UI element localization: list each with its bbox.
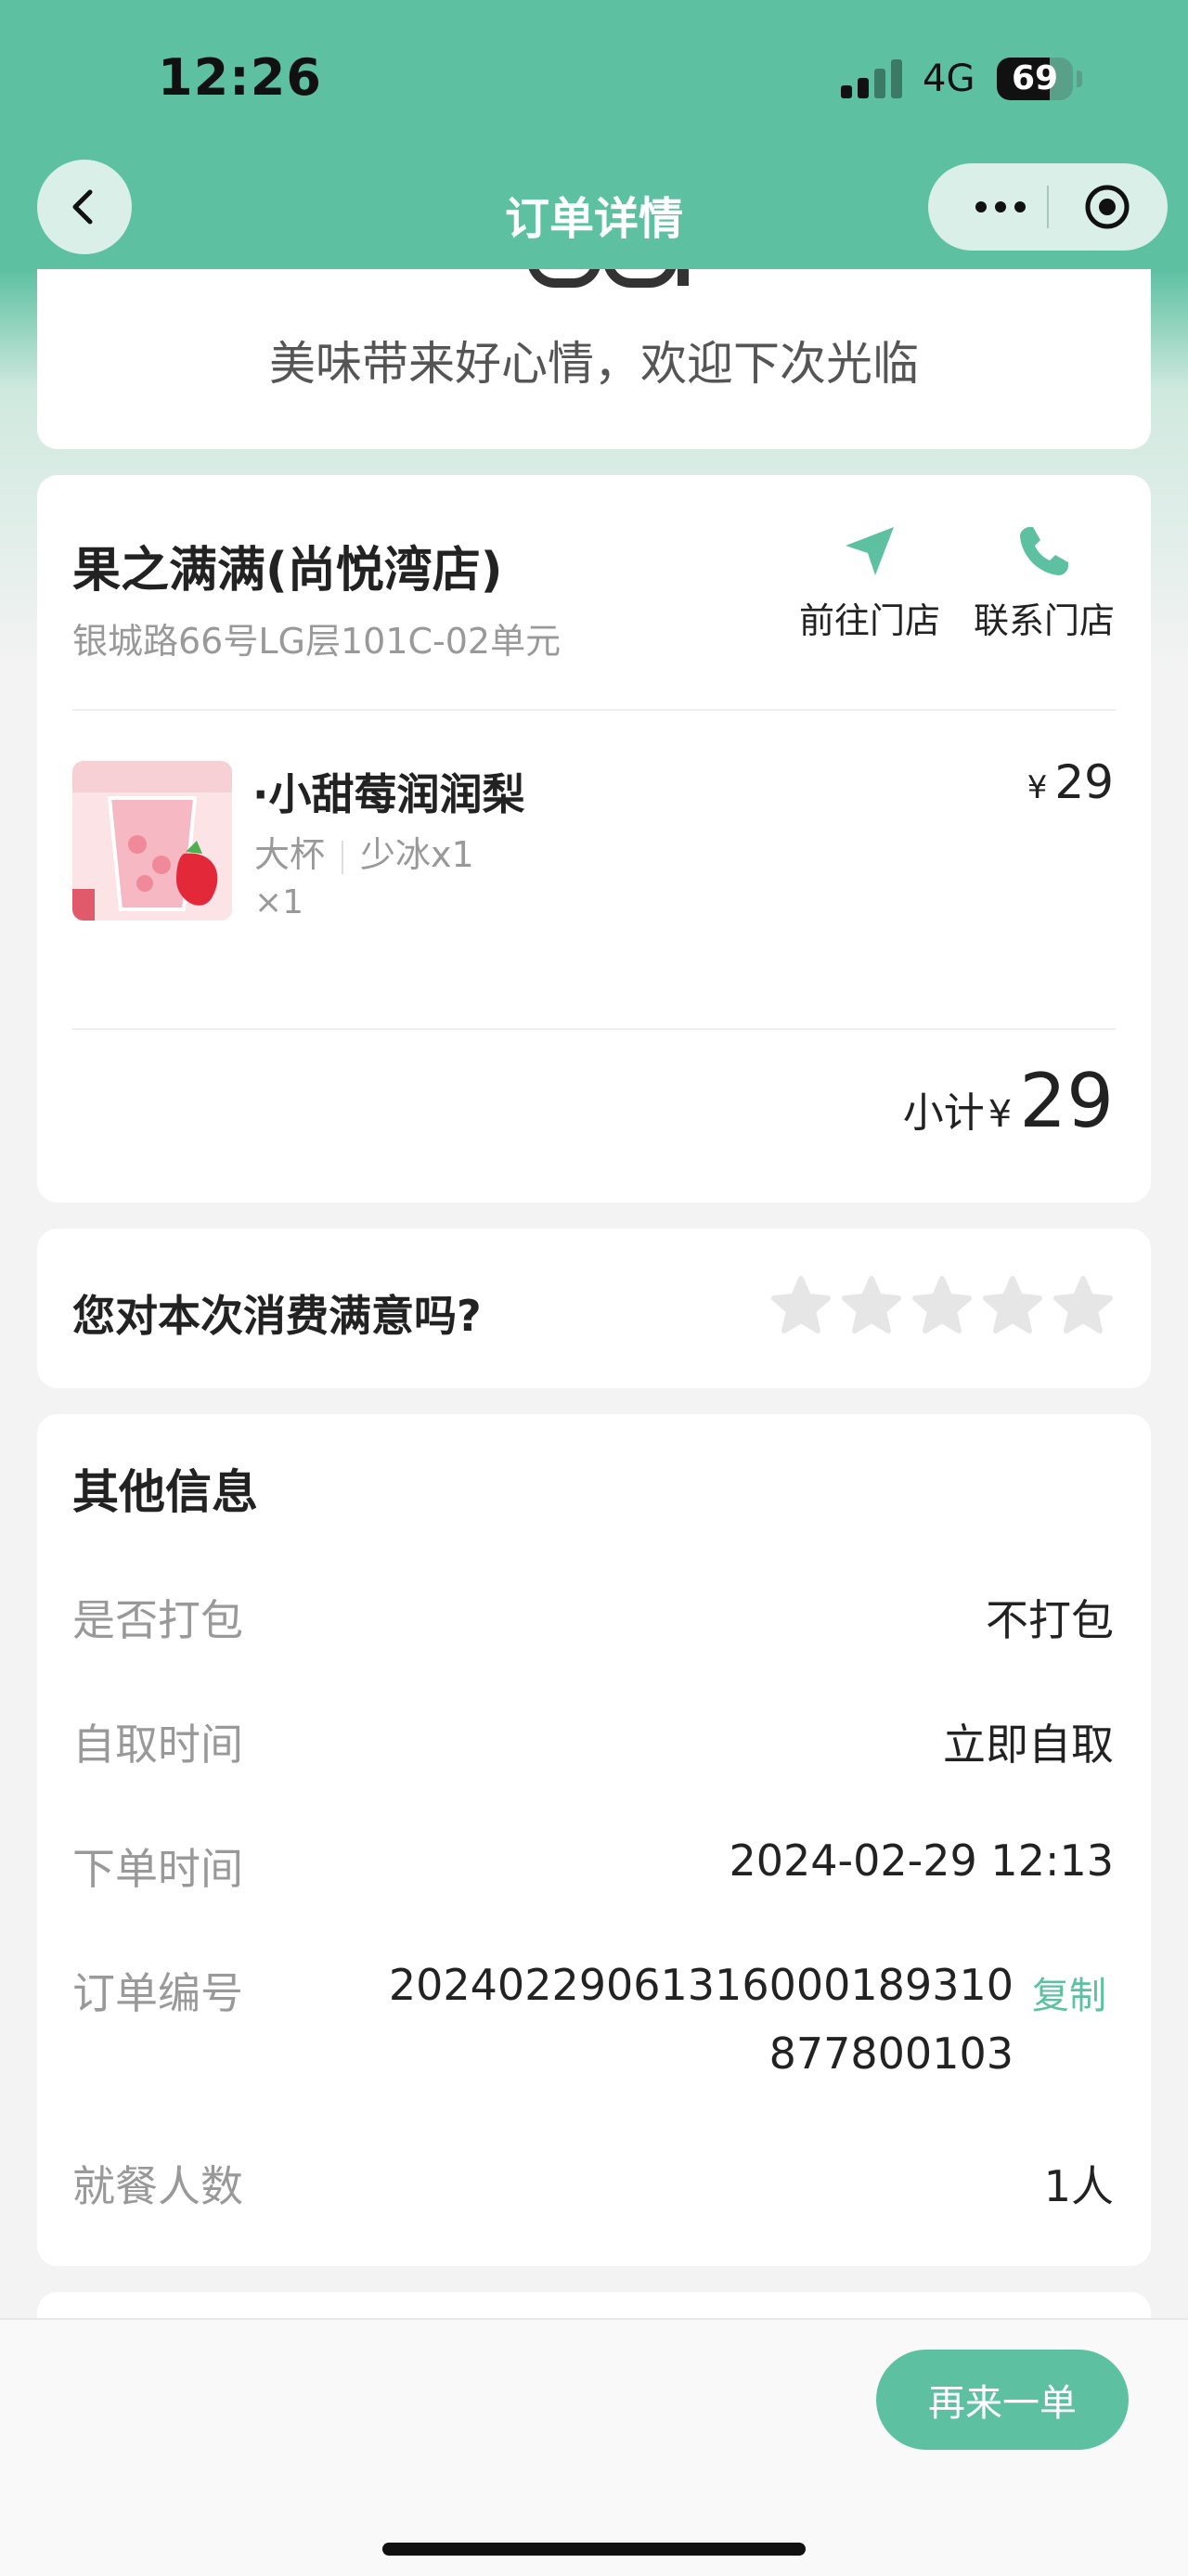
order-time-label: 下单时间 <box>72 1844 243 1894</box>
navigation-arrow-icon <box>846 527 894 575</box>
divider <box>72 709 1116 711</box>
subtotal-amount: 29 <box>1019 1058 1114 1144</box>
product-ice: 少冰x1 <box>360 834 474 875</box>
navigate-store-label: 前往门店 <box>798 600 940 641</box>
section-title: 其他信息 <box>72 1465 258 1519</box>
more-dot <box>995 201 1006 213</box>
contact-store-label: 联系门店 <box>973 600 1115 641</box>
product-name: ·小甜莓润润梨 <box>252 769 525 819</box>
star-icon[interactable] <box>911 1275 973 1336</box>
star-icon[interactable] <box>841 1275 902 1336</box>
pickup-time-label: 自取时间 <box>72 1719 243 1770</box>
order-card: 果之满满(尚悦湾店) 银城路66号LG层101C-02单元 前往门店 联系门店 … <box>37 475 1151 1203</box>
network-type: 4G <box>923 58 975 100</box>
subtotal-label: 小计 <box>902 1089 985 1137</box>
status-bar: 12:26 4G 69 <box>0 0 1188 158</box>
pickup-time-value: 立即自取 <box>943 1719 1114 1770</box>
order-number-line1: 20240229061316000189310 <box>388 1960 1014 2010</box>
battery-icon: 69 <box>997 58 1073 100</box>
price-value: 29 <box>1054 755 1114 809</box>
mini-program-capsule <box>928 163 1168 251</box>
status-time: 12:26 <box>158 48 322 107</box>
product-image <box>72 761 232 921</box>
packing-label: 是否打包 <box>72 1595 243 1645</box>
other-info-card: 其他信息 是否打包 不打包 自取时间 立即自取 下单时间 2024-02-29 … <box>37 1414 1151 2266</box>
navigate-store-button[interactable]: 前往门店 <box>791 522 949 643</box>
bottom-action-bar: 再来一单 <box>0 2318 1188 2576</box>
battery-percent: 69 <box>1011 59 1059 97</box>
battery-tip <box>1077 71 1082 87</box>
nav-bar: 订单详情 <box>0 158 1188 269</box>
welcome-message: 美味带来好心情，欢迎下次光临 <box>269 337 919 391</box>
order-number-label: 订单编号 <box>72 1968 243 2018</box>
star-icon[interactable] <box>1052 1275 1114 1336</box>
contact-store-button[interactable]: 联系门店 <box>965 522 1123 643</box>
option-separator <box>342 840 344 874</box>
close-target-icon[interactable] <box>1084 184 1130 230</box>
rating-card: 您对本次消费满意吗? <box>37 1229 1151 1388</box>
reorder-button[interactable]: 再来一单 <box>876 2350 1129 2450</box>
product-options: 大杯 少冰x1 <box>254 826 474 877</box>
rating-question: 您对本次消费满意吗? <box>72 1291 482 1341</box>
copy-button[interactable]: 复制 <box>1032 1965 1106 2019</box>
currency-symbol: ¥ <box>988 1093 1013 1136</box>
star-icon[interactable] <box>982 1275 1043 1336</box>
store-address: 银城路66号LG层101C-02单元 <box>72 621 562 662</box>
diners-label: 就餐人数 <box>72 2161 243 2211</box>
capsule-divider <box>1047 186 1049 228</box>
product-size: 大杯 <box>254 834 326 875</box>
order-number-line2: 877800103 <box>768 2029 1014 2079</box>
product-price: ¥29 <box>1027 755 1114 809</box>
order-time-value: 2024-02-29 12:13 <box>729 1835 1114 1886</box>
more-dot <box>975 201 987 213</box>
divider <box>72 1028 1116 1030</box>
pickup-number-fragment <box>501 269 689 299</box>
more-dot <box>1014 201 1026 213</box>
subtotal: 小计 ¥29 <box>903 1058 1114 1144</box>
star-icon[interactable] <box>770 1275 832 1336</box>
signal-icon <box>841 59 906 98</box>
store-name: 果之满满(尚悦湾店) <box>72 543 503 599</box>
diners-value: 1人 <box>1043 2161 1114 2211</box>
home-indicator <box>382 2543 806 2556</box>
phone-icon <box>1020 527 1068 575</box>
more-button[interactable] <box>963 163 1038 251</box>
packing-value: 不打包 <box>986 1595 1114 1645</box>
pickup-card: 美味带来好心情，欢迎下次光临 <box>37 269 1151 449</box>
product-quantity: ×1 <box>254 883 304 921</box>
currency-symbol: ¥ <box>1027 769 1048 806</box>
rating-stars <box>770 1275 1114 1336</box>
